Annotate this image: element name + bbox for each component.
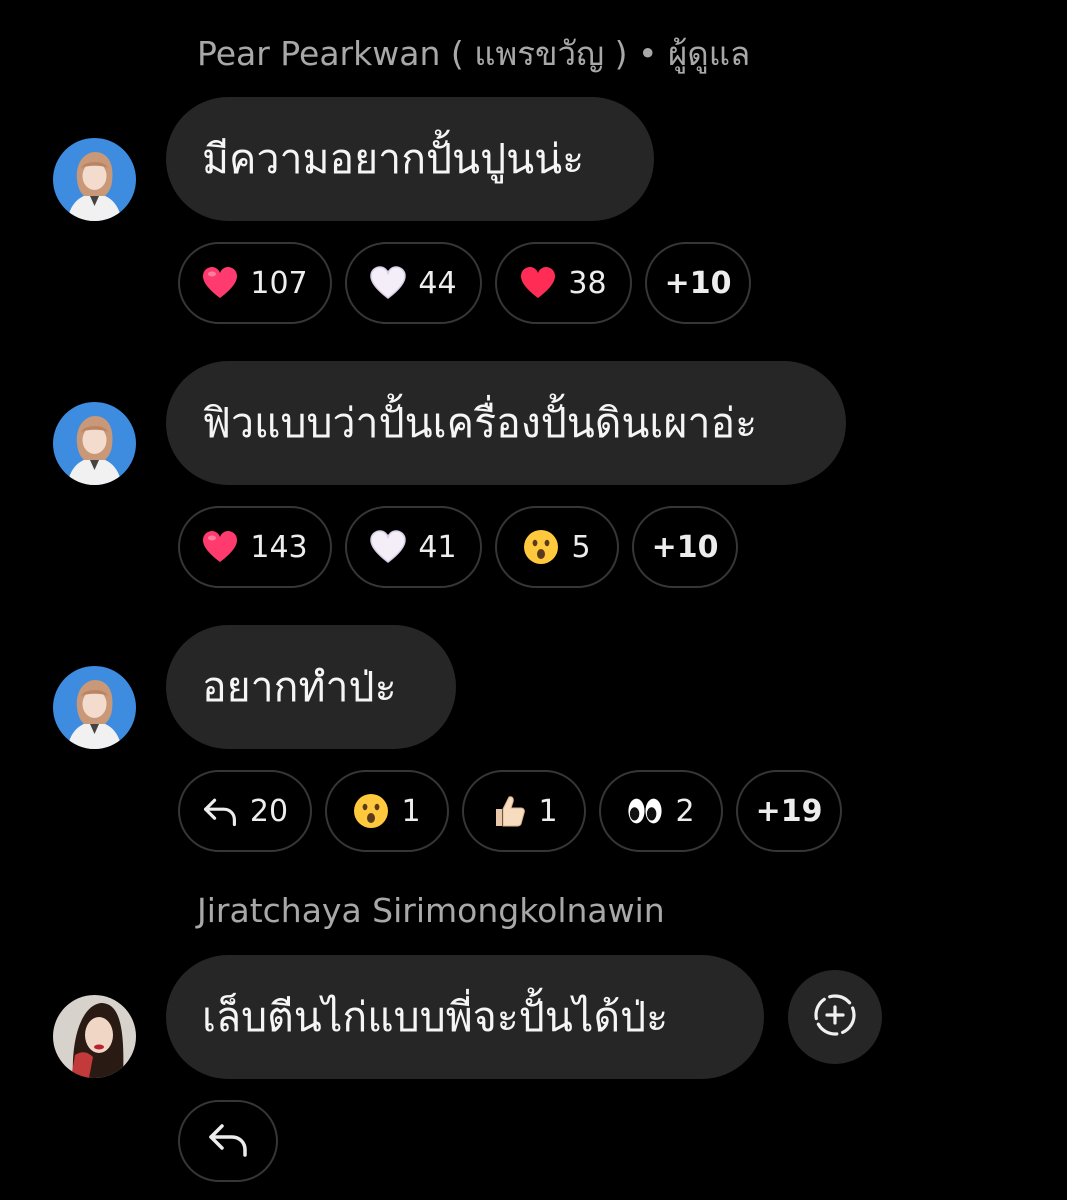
reaction-count: 107 xyxy=(250,265,308,301)
reaction-bar: 143 41 5 +10 xyxy=(178,506,738,588)
message-bubble[interactable]: ฟิวแบบว่าปั้นเครื่องปั้นดินเผาอ่ะ xyxy=(166,361,846,485)
reply-button[interactable] xyxy=(178,1100,278,1182)
reaction-count: 41 xyxy=(418,529,457,565)
add-reaction-icon xyxy=(812,992,858,1042)
reaction-pill[interactable]: 20 xyxy=(178,770,312,852)
message-bubble[interactable]: เล็บตีนไก่แบบพี่จะปั้นได้ป่ะ xyxy=(166,955,764,1079)
thumbs-up-icon xyxy=(490,793,526,829)
reaction-count: 1 xyxy=(538,793,558,829)
avatar[interactable] xyxy=(53,402,136,485)
reaction-bar: 20 1 1 2 +19 xyxy=(178,770,842,852)
message-text: เล็บตีนไก่แบบพี่จะปั้นได้ป่ะ xyxy=(202,992,669,1041)
eyes-icon xyxy=(627,793,663,829)
more-reactions-count: +10 xyxy=(651,529,719,565)
red-heart-icon xyxy=(520,265,556,301)
add-reaction-button[interactable] xyxy=(788,970,882,1064)
avatar[interactable] xyxy=(53,138,136,221)
white-heart-icon xyxy=(370,265,407,301)
reaction-pill[interactable]: 1 xyxy=(325,770,449,852)
more-reactions-button[interactable]: +10 xyxy=(632,506,738,588)
avatar[interactable] xyxy=(53,666,136,749)
message-bubble[interactable]: อยากทำป่ะ xyxy=(166,625,456,749)
reaction-pill[interactable]: 38 xyxy=(495,242,632,324)
reaction-count: 1 xyxy=(401,793,421,829)
message-text: อยากทำป่ะ xyxy=(202,662,397,711)
more-reactions-count: +19 xyxy=(755,793,823,829)
reaction-pill[interactable]: 44 xyxy=(345,242,482,324)
reaction-count: 5 xyxy=(571,529,591,565)
more-reactions-button[interactable]: +10 xyxy=(645,242,751,324)
reaction-pill[interactable]: 143 xyxy=(178,506,332,588)
white-heart-icon xyxy=(370,529,407,565)
reaction-bar: 107 44 38 +10 xyxy=(178,242,751,324)
reaction-count: 143 xyxy=(250,529,308,565)
message-text: ฟิวแบบว่าปั้นเครื่องปั้นดินเผาอ่ะ xyxy=(202,398,758,447)
reaction-pill[interactable]: 5 xyxy=(495,506,619,588)
reaction-pill[interactable]: 41 xyxy=(345,506,482,588)
reply-arrow-icon xyxy=(207,1120,249,1162)
reaction-pill[interactable]: 107 xyxy=(178,242,332,324)
reaction-count: 38 xyxy=(568,265,607,301)
reaction-count: 20 xyxy=(249,793,289,829)
reply-arrow-icon xyxy=(202,793,238,829)
avatar[interactable] xyxy=(53,995,136,1078)
message-bubble[interactable]: มีความอยากปั้นปูนน่ะ xyxy=(166,97,654,221)
pink-heart-icon xyxy=(202,529,238,565)
sender-name: Pear Pearkwan ( แพรขวัญ ) • ผู้ดูแล xyxy=(197,34,751,73)
reaction-pill[interactable]: 2 xyxy=(599,770,723,852)
reaction-pill[interactable]: 1 xyxy=(462,770,586,852)
surprised-face-icon xyxy=(353,793,389,829)
message-text: มีความอยากปั้นปูนน่ะ xyxy=(202,134,585,183)
surprised-face-icon xyxy=(523,529,559,565)
more-reactions-count: +10 xyxy=(664,265,732,301)
pink-heart-icon xyxy=(202,265,238,301)
reaction-count: 44 xyxy=(418,265,457,301)
sender-name: Jiratchaya Sirimongkolnawin xyxy=(197,891,665,930)
more-reactions-button[interactable]: +19 xyxy=(736,770,842,852)
reaction-count: 2 xyxy=(675,793,695,829)
